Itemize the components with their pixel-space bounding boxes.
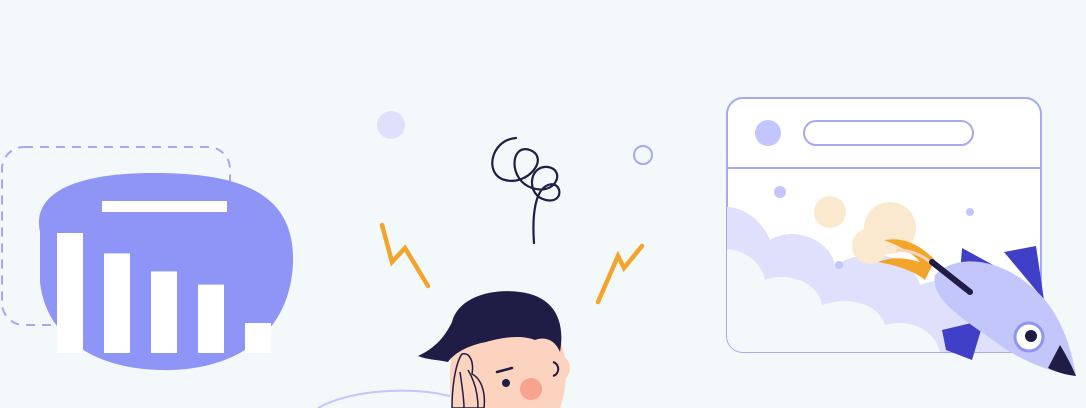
person-cheek [520, 378, 542, 400]
chart-bar [198, 284, 224, 353]
person-ear [542, 354, 570, 382]
person-eye [502, 379, 510, 387]
hero-illustration [0, 0, 1086, 408]
dizzy-spiral-icon [491, 136, 561, 245]
lightning-icon [595, 243, 645, 305]
illustration-canvas [1, 97, 1076, 408]
window-dot [755, 120, 781, 146]
sparkle-dot [835, 261, 843, 269]
sparkle-dot [966, 208, 974, 216]
sparkle-dot [774, 186, 786, 198]
chart-title-bar [102, 201, 227, 212]
chart-bar [104, 253, 130, 353]
chart-bar [57, 233, 83, 353]
floating-dot [377, 111, 405, 139]
ground-arc [317, 389, 451, 408]
floating-ring [633, 145, 653, 165]
smoke-puff [852, 228, 888, 264]
lightning-icon [379, 222, 431, 289]
smoke-puff [814, 196, 846, 228]
stressed-person-icon [317, 111, 653, 408]
chart-bar [151, 271, 177, 353]
rocket-window-pupil [1025, 330, 1037, 342]
chart-bar [245, 323, 271, 353]
bar-chart-icon [1, 146, 294, 371]
